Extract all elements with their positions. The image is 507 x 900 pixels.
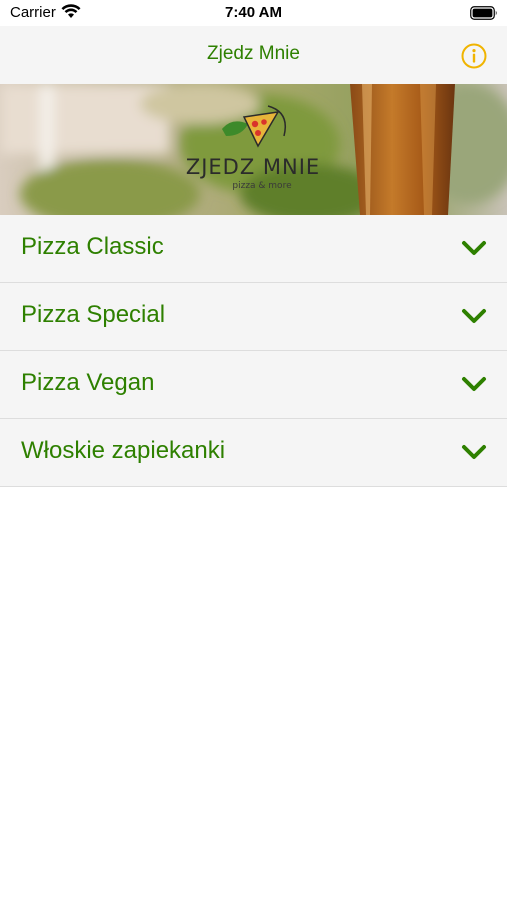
logo-text: ZJEDZ MNIE [186, 155, 320, 179]
category-row-pizza-vegan[interactable]: Pizza Vegan [0, 351, 507, 419]
header-banner: ZJEDZ MNIE pizza & more [0, 84, 507, 215]
category-label: Włoskie zapiekanki [21, 437, 226, 464]
chevron-down-icon [462, 377, 486, 391]
category-row-wloskie-zapiekanki[interactable]: Włoskie zapiekanki [0, 419, 507, 487]
navigation-bar: Zjedz Mnie [0, 26, 507, 84]
clock-time: 7:40 AM [225, 4, 282, 21]
category-row-pizza-classic[interactable]: Pizza Classic [0, 215, 507, 283]
battery-icon [470, 6, 498, 25]
info-button[interactable] [460, 42, 488, 70]
status-bar: Carrier 7:40 AM [0, 0, 507, 26]
chevron-down-icon [462, 445, 486, 459]
info-circle-icon [461, 43, 487, 69]
category-label: Pizza Special [21, 301, 166, 328]
logo-tagline: pizza & more [232, 181, 292, 191]
category-list: Pizza Classic Pizza Special Pizza Vegan … [0, 215, 507, 487]
category-row-pizza-special[interactable]: Pizza Special [0, 283, 507, 351]
category-label: Pizza Classic [21, 233, 164, 260]
category-label: Pizza Vegan [21, 369, 155, 396]
banner-image: ZJEDZ MNIE pizza & more [0, 84, 507, 215]
nav-title: Zjedz Mnie [207, 43, 300, 64]
chevron-down-icon [462, 241, 486, 255]
chevron-down-icon [462, 309, 486, 323]
